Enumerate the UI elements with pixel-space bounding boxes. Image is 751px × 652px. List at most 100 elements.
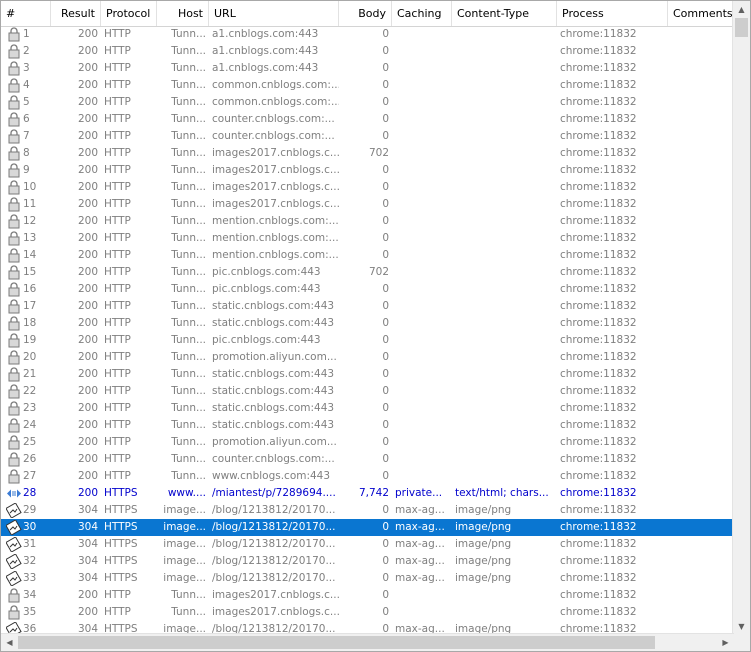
session-row[interactable]: 12 200 HTTP Tunn... mention.cnblogs.com:... 0… — [1, 213, 734, 230]
session-row[interactable]: 30 304 HTTPS image... /blog/1213812/20170...… — [1, 519, 734, 536]
session-row[interactable]: 10 200 HTTP Tunn... images2017.cnblogs.c... 0… — [1, 179, 734, 196]
session-row[interactable]: 13 200 HTTP Tunn... mention.cnblogs.com:... 0… — [1, 230, 734, 247]
session-row[interactable]: 18 200 HTTP Tunn... static.cnblogs.com:443 0 c… — [1, 315, 734, 332]
session-row[interactable]: 9 200 HTTP Tunn... images2017.cnblogs.c... 0 c… — [1, 162, 734, 179]
row-number: 21 — [23, 368, 37, 380]
session-row[interactable]: 17 200 HTTP Tunn... static.cnblogs.com:443 0 c… — [1, 298, 734, 315]
host-cell: Tunn... — [171, 436, 206, 448]
session-row[interactable]: 24 200 HTTP Tunn... static.cnblogs.com:443 0 c… — [1, 417, 734, 434]
col-host-header[interactable]: Host — [157, 1, 209, 26]
lock-icon — [6, 265, 22, 280]
host-cell: Tunn... — [171, 164, 206, 176]
session-row[interactable]: 26 200 HTTP Tunn... counter.cnblogs.com:... 0… — [1, 451, 734, 468]
col-comments-header[interactable]: Comments — [668, 1, 734, 26]
content-type-cell — [452, 128, 557, 145]
number-cell: 35 — [1, 604, 51, 621]
number-cell: 10 — [1, 179, 51, 196]
session-row[interactable]: 34 200 HTTP Tunn... images2017.cnblogs.c... 0… — [1, 587, 734, 604]
process-cell: chrome:11832 — [560, 419, 637, 431]
content-type-cell — [452, 451, 557, 468]
session-row[interactable]: 33 304 HTTPS image... /blog/1213812/20170...… — [1, 570, 734, 587]
vertical-scrollbar[interactable]: ▲ ▼ — [732, 1, 750, 635]
session-row[interactable]: 20 200 HTTP Tunn... promotion.aliyun.com... 0… — [1, 349, 734, 366]
lock-icon — [6, 180, 22, 195]
lock-icon — [6, 384, 22, 399]
session-row[interactable]: 7 200 HTTP Tunn... counter.cnblogs.com:... 0 c… — [1, 128, 734, 145]
col-process-header[interactable]: Process — [557, 1, 668, 26]
col-result-header[interactable]: Result — [51, 1, 101, 26]
vertical-scroll-thumb[interactable] — [735, 18, 748, 37]
session-row[interactable]: 2 200 HTTP Tunn... a1.cnblogs.com:443 0 chrome… — [1, 43, 734, 60]
session-row[interactable]: 35 200 HTTP Tunn... images2017.cnblogs.c... 0… — [1, 604, 734, 621]
session-row[interactable]: 31 304 HTTPS image... /blog/1213812/20170...… — [1, 536, 734, 553]
comments-cell — [668, 26, 734, 43]
session-row[interactable]: 16 200 HTTP Tunn... pic.cnblogs.com:443 0 chro… — [1, 281, 734, 298]
session-row[interactable]: 8 200 HTTP Tunn... images2017.cnblogs.c... 70… — [1, 145, 734, 162]
session-row[interactable]: 15 200 HTTP Tunn... pic.cnblogs.com:443 702 ch… — [1, 264, 734, 281]
session-row[interactable]: 5 200 HTTP Tunn... common.cnblogs.com:... 0 ch… — [1, 94, 734, 111]
row-number: 20 — [23, 351, 37, 363]
scroll-down-arrow-icon[interactable]: ▼ — [733, 618, 750, 635]
session-row[interactable]: 22 200 HTTP Tunn... static.cnblogs.com:443 0 c… — [1, 383, 734, 400]
number-cell: 13 — [1, 230, 51, 247]
result-cell: 200 — [77, 266, 98, 278]
protocol-cell: HTTP — [104, 317, 131, 329]
session-row[interactable]: 11 200 HTTP Tunn... images2017.cnblogs.c... 0… — [1, 196, 734, 213]
session-row[interactable]: 21 200 HTTP Tunn... static.cnblogs.com:443 0 c… — [1, 366, 734, 383]
caching-cell: max-ag... — [395, 572, 445, 584]
protocol-cell: HTTP — [104, 215, 131, 227]
caching-cell — [392, 332, 452, 349]
col-url-header[interactable]: URL — [209, 1, 339, 26]
comments-cell — [668, 434, 734, 451]
horizontal-scroll-thumb[interactable] — [18, 636, 655, 649]
lock-icon — [6, 333, 22, 348]
comments-cell — [668, 77, 734, 94]
comments-cell — [668, 145, 734, 162]
body-size-cell: 0 — [382, 606, 389, 618]
comments-cell — [668, 213, 734, 230]
caching-cell — [392, 451, 452, 468]
col-number-header[interactable]: # — [1, 1, 51, 26]
protocol-cell: HTTP — [104, 419, 131, 431]
host-cell: Tunn... — [171, 28, 206, 40]
col-caching-header[interactable]: Caching — [392, 1, 452, 26]
scroll-left-arrow-icon[interactable]: ◀ — [1, 634, 18, 651]
scrollbar-corner — [733, 634, 750, 651]
col-body-header[interactable]: Body — [339, 1, 392, 26]
scroll-right-arrow-icon[interactable]: ▶ — [717, 634, 734, 651]
scroll-up-arrow-icon[interactable]: ▲ — [733, 1, 750, 18]
session-row[interactable]: 29 304 HTTPS image... /blog/1213812/20170...… — [1, 502, 734, 519]
protocol-cell: HTTP — [104, 249, 131, 261]
session-row[interactable]: 4 200 HTTP Tunn... common.cnblogs.com:... 0 ch… — [1, 77, 734, 94]
session-row[interactable]: 6 200 HTTP Tunn... counter.cnblogs.com:... 0 c… — [1, 111, 734, 128]
session-row[interactable]: 32 304 HTTPS image... /blog/1213812/20170...… — [1, 553, 734, 570]
html-document-icon — [6, 486, 22, 501]
session-row[interactable]: 23 200 HTTP Tunn... static.cnblogs.com:443 0 c… — [1, 400, 734, 417]
process-cell: chrome:11832 — [560, 453, 637, 465]
url-cell: static.cnblogs.com:443 — [212, 402, 335, 414]
number-cell: 17 — [1, 298, 51, 315]
number-cell: 9 — [1, 162, 51, 179]
comments-cell — [668, 179, 734, 196]
session-row[interactable]: 25 200 HTTP Tunn... promotion.aliyun.com... 0… — [1, 434, 734, 451]
content-type-cell — [452, 264, 557, 281]
session-row[interactable]: 1 200 HTTP Tunn... a1.cnblogs.com:443 0 chrome… — [1, 26, 734, 43]
session-row[interactable]: 3 200 HTTP Tunn... a1.cnblogs.com:443 0 chrome… — [1, 60, 734, 77]
url-cell: static.cnblogs.com:443 — [212, 300, 335, 312]
protocol-cell: HTTP — [104, 368, 131, 380]
number-cell: 23 — [1, 400, 51, 417]
host-cell: image... — [163, 538, 206, 550]
content-type-cell — [452, 196, 557, 213]
session-row[interactable]: 28 200 HTTPS www.... /miantest/p/7289694....… — [1, 485, 734, 502]
protocol-cell: HTTP — [104, 385, 131, 397]
url-cell: common.cnblogs.com:... — [212, 79, 339, 91]
row-number: 9 — [23, 164, 30, 176]
session-row[interactable]: 14 200 HTTP Tunn... mention.cnblogs.com:... 0… — [1, 247, 734, 264]
col-content-type-header[interactable]: Content-Type — [452, 1, 557, 26]
session-row[interactable]: 27 200 HTTP Tunn... www.cnblogs.com:443 0 chro… — [1, 468, 734, 485]
content-type-cell — [452, 111, 557, 128]
col-protocol-header[interactable]: Protocol — [101, 1, 157, 26]
process-cell: chrome:11832 — [560, 147, 637, 159]
session-row[interactable]: 19 200 HTTP Tunn... pic.cnblogs.com:443 0 chro… — [1, 332, 734, 349]
horizontal-scrollbar[interactable]: ◀ ▶ — [1, 633, 734, 651]
